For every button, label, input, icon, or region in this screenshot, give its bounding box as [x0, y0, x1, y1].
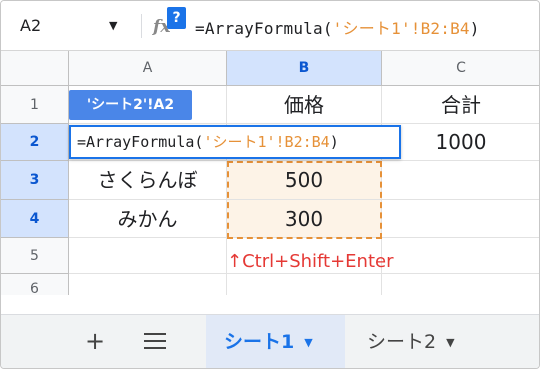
column-header-a[interactable]: A	[69, 51, 227, 86]
formula-bar: A2 ▼ fx ? =ArrayFormula('シート1'!B2:B4)	[1, 1, 539, 51]
sheet-tab-bar: + シート1 ▼ シート2 ▼	[1, 314, 539, 368]
row-header-4[interactable]: 4	[1, 200, 69, 238]
sheet-tab-label: シート2	[367, 331, 437, 353]
cell-c1[interactable]: 合計	[382, 86, 539, 124]
cell-c2[interactable]: 1000	[382, 124, 539, 161]
editor-suffix: )	[329, 133, 339, 151]
formula-suffix: )	[469, 19, 480, 38]
cell-editor-input[interactable]: =ArrayFormula('シート1'!B2:B4)	[69, 125, 401, 159]
cell-a5[interactable]	[69, 238, 227, 274]
formula-prefix: =ArrayFormula(	[195, 19, 333, 38]
column-header-c[interactable]: C	[382, 51, 539, 86]
cell-b1[interactable]: 価格	[227, 86, 382, 124]
sheet-grid: A B C 1 2 3 4 5 6 価格 合計 1000 さくらんぼ 500 み…	[1, 51, 539, 295]
cell-c3[interactable]	[382, 161, 539, 200]
name-box-value: A2	[20, 16, 42, 35]
cell-reference-chip: 'シート2'!A2	[69, 90, 192, 120]
cell-b3[interactable]: 500	[227, 161, 382, 200]
caret-down-icon[interactable]: ▼	[446, 336, 454, 349]
spreadsheet-window: A2 ▼ fx ? =ArrayFormula('シート1'!B2:B4) A …	[0, 0, 540, 369]
cell-b4[interactable]: 300	[227, 200, 382, 238]
row-header-5[interactable]: 5	[1, 238, 69, 274]
column-header-b[interactable]: B	[227, 51, 382, 86]
row-header-1[interactable]: 1	[1, 86, 69, 124]
formula-range-string: 'シート1'!B2:B4	[332, 19, 470, 38]
caret-down-icon[interactable]: ▼	[109, 13, 117, 39]
select-all-corner[interactable]	[1, 51, 69, 86]
divider	[141, 14, 142, 38]
sheet-tab-2[interactable]: シート2 ▼	[349, 315, 489, 368]
all-sheets-menu-icon[interactable]	[144, 333, 166, 351]
formula-input[interactable]: =ArrayFormula('シート1'!B2:B4)	[195, 15, 480, 39]
cell-b6[interactable]	[227, 274, 382, 295]
add-sheet-button[interactable]: +	[85, 327, 105, 355]
sheet-tab-label: シート1	[224, 331, 295, 353]
cell-c6[interactable]	[382, 274, 539, 295]
sheet-tab-1[interactable]: シート1 ▼	[206, 315, 345, 368]
row-header-3[interactable]: 3	[1, 161, 69, 200]
cell-c4[interactable]	[382, 200, 539, 238]
row-header-2[interactable]: 2	[1, 124, 69, 161]
editor-prefix: =ArrayFormula(	[77, 133, 204, 151]
cell-a4[interactable]: みかん	[69, 200, 227, 238]
row-header-6[interactable]: 6	[1, 274, 69, 295]
cell-a6[interactable]	[69, 274, 227, 295]
cell-a3[interactable]: さくらんぼ	[69, 161, 227, 200]
name-box[interactable]: A2 ▼	[17, 13, 127, 39]
editor-range-string: 'シート1'!B2:B4	[203, 133, 330, 151]
help-icon[interactable]: ?	[167, 7, 186, 29]
caret-down-icon[interactable]: ▼	[304, 336, 312, 349]
shortcut-annotation: ↑Ctrl+Shift+Enter	[227, 251, 394, 272]
